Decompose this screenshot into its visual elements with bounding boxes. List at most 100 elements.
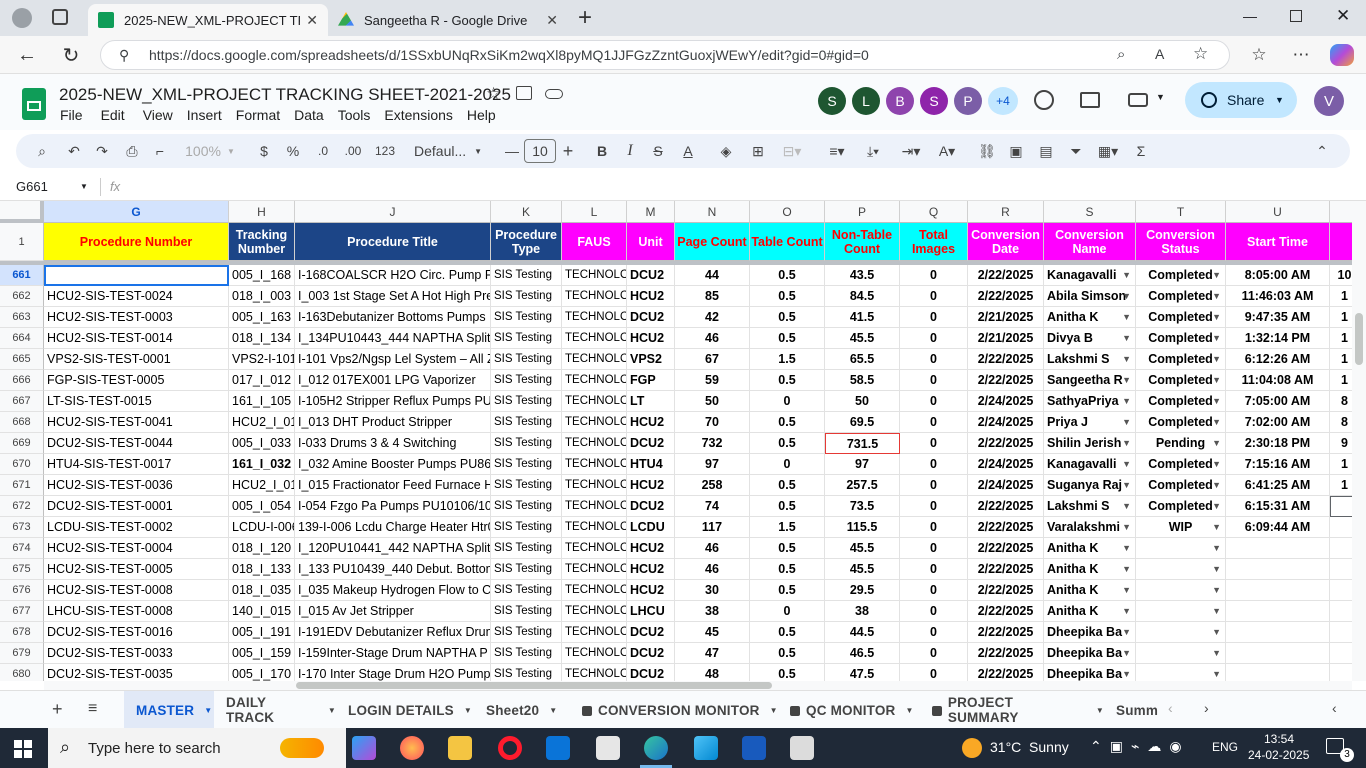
table-cell[interactable]: SIS Testing (491, 601, 562, 622)
table-cell[interactable]: Dheepika Ba ▼ (1044, 664, 1136, 681)
row-header[interactable]: 666 (0, 370, 44, 391)
table-cell[interactable]: 2/22/2025 (968, 517, 1044, 538)
dropdown-arrow-icon[interactable]: ▼ (1122, 580, 1131, 600)
table-cell[interactable]: 2/22/2025 (968, 580, 1044, 601)
table-cell[interactable]: 018_I_120 (229, 538, 295, 559)
table-cell[interactable]: Anitha K ▼ (1044, 559, 1136, 580)
insert-link-icon[interactable]: ⛓ (976, 134, 998, 168)
column-header-r[interactable]: R (968, 201, 1044, 223)
table-cell[interactable]: Kanagavalli ▼ (1044, 265, 1136, 286)
table-cell[interactable]: 1 (1330, 349, 1352, 370)
table-cell[interactable]: 73.5 (825, 496, 900, 517)
table-cell[interactable]: SIS Testing (491, 349, 562, 370)
table-cell[interactable]: Sangeetha R ▼ (1044, 370, 1136, 391)
clock-date[interactable]: 24-02-2025 (1248, 748, 1309, 762)
table-cell[interactable] (1330, 496, 1352, 517)
table-cell[interactable] (1226, 580, 1330, 601)
taskbar-search-input[interactable]: ⌕ Type here to search (48, 728, 346, 768)
table-cell[interactable]: SIS Testing (491, 265, 562, 286)
table-cell[interactable]: Anitha K ▼ (1044, 538, 1136, 559)
table-cell[interactable]: 45.5 (825, 538, 900, 559)
table-cell[interactable]: Abila Simson ▼ (1044, 286, 1136, 307)
table-cell[interactable]: 0 (900, 391, 968, 412)
table-cell[interactable]: 0 (900, 559, 968, 580)
sheet-tab[interactable]: CONVERSION MONITOR ▼ (570, 691, 778, 729)
collaborator-avatar[interactable]: P (954, 87, 982, 115)
close-window-icon[interactable]: ✕ (1336, 6, 1350, 26)
table-cell[interactable]: 8 (1330, 391, 1352, 412)
table-cell[interactable]: 7:02:00 AM (1226, 412, 1330, 433)
table-cell[interactable]: 731.5 (825, 433, 900, 454)
header-cell[interactable] (1330, 223, 1352, 261)
weather-text[interactable]: 31°C Sunny (990, 739, 1069, 755)
table-cell[interactable]: SIS Testing (491, 580, 562, 601)
functions-icon[interactable]: Σ (1132, 134, 1150, 168)
table-cell[interactable] (1226, 643, 1330, 664)
number-format-button[interactable]: 123 (372, 134, 398, 168)
scroll-tabs-left-icon[interactable]: ‹ (1168, 700, 1173, 716)
dropdown-arrow-icon[interactable]: ▼ (1212, 580, 1221, 600)
table-cell[interactable]: 41.5 (825, 307, 900, 328)
row-header[interactable]: 662 (0, 286, 44, 307)
table-cell[interactable]: 0 (900, 349, 968, 370)
table-cell[interactable]: Completed ▼ (1136, 349, 1226, 370)
dropdown-arrow-icon[interactable]: ▼ (1122, 601, 1131, 621)
table-cell[interactable]: DCU2-SIS-TEST-0033 (44, 643, 229, 664)
table-cell[interactable]: 018_I_134 (229, 328, 295, 349)
table-cell[interactable]: 6:41:25 AM (1226, 475, 1330, 496)
table-cell[interactable]: Anitha K ▼ (1044, 580, 1136, 601)
dropdown-arrow-icon[interactable]: ▼ (1212, 517, 1221, 537)
mail-icon[interactable] (546, 736, 570, 760)
column-header-q[interactable]: Q (900, 201, 968, 223)
more-icon[interactable]: ⋯ (1288, 42, 1314, 68)
table-cell[interactable]: I_120PU10441_442 NAPTHA Splitte (295, 538, 491, 559)
site-info-icon[interactable]: ⚲ (119, 47, 129, 64)
remote-desktop-icon[interactable] (790, 736, 814, 760)
table-cell[interactable]: Completed ▼ (1136, 475, 1226, 496)
dropdown-arrow-icon[interactable]: ▼ (1212, 433, 1221, 453)
tab-actions-icon[interactable] (52, 9, 68, 25)
table-cell[interactable]: LT-SIS-TEST-0015 (44, 391, 229, 412)
table-cell[interactable]: 017_I_012 (229, 370, 295, 391)
table-cell[interactable]: 45.5 (825, 328, 900, 349)
table-cell[interactable]: SIS Testing (491, 328, 562, 349)
header-cell[interactable]: FAUS (562, 223, 627, 261)
table-cell[interactable]: SathyaPriya ▼ (1044, 391, 1136, 412)
table-cell[interactable]: DCU2 (627, 433, 675, 454)
header-cell[interactable]: Non-Table Count (825, 223, 900, 261)
table-cell[interactable]: I_015 Av Jet Stripper (295, 601, 491, 622)
dropdown-arrow-icon[interactable]: ▼ (1212, 664, 1221, 681)
table-cell[interactable]: 018_I_003 (229, 286, 295, 307)
dropdown-arrow-icon[interactable]: ▼ (1212, 643, 1221, 663)
dropdown-arrow-icon[interactable]: ▼ (1212, 601, 1221, 621)
table-cell[interactable]: I-033 Drums 3 & 4 Switching (295, 433, 491, 454)
table-cell[interactable]: 0 (900, 265, 968, 286)
collaborator-avatar[interactable]: L (852, 87, 880, 115)
redo-icon[interactable]: ↷ (92, 134, 112, 168)
table-cell[interactable]: DCU2-SIS-TEST-0016 (44, 622, 229, 643)
dropdown-arrow-icon[interactable]: ▼ (1122, 412, 1131, 432)
table-cell[interactable]: VPS2 (627, 349, 675, 370)
url-input[interactable]: ⚲ https://docs.google.com/spreadsheets/d… (100, 40, 1230, 70)
table-cell[interactable]: Divya B ▼ (1044, 328, 1136, 349)
table-cell[interactable]: 0.5 (750, 622, 825, 643)
table-cell[interactable]: 46 (675, 538, 750, 559)
meet-dropdown-icon[interactable]: ▼ (1156, 92, 1165, 102)
table-cell[interactable]: 46.5 (825, 643, 900, 664)
table-cell[interactable]: 70 (675, 412, 750, 433)
table-cell[interactable]: 0 (750, 454, 825, 475)
row-header[interactable]: 671 (0, 475, 44, 496)
dropdown-arrow-icon[interactable]: ▼ (1122, 496, 1131, 516)
font-select[interactable]: Defaul... ▼ (414, 134, 486, 168)
dropdown-arrow-icon[interactable]: ▼ (1212, 559, 1221, 579)
table-cell[interactable]: I-105H2 Stripper Reflux Pumps PUS (295, 391, 491, 412)
table-cell[interactable]: TECHNOLOGY (562, 664, 627, 681)
table-cell[interactable]: 161_I_032 (229, 454, 295, 475)
table-cell[interactable]: 46 (675, 559, 750, 580)
column-header-u[interactable]: U (1226, 201, 1330, 223)
table-cell[interactable]: 139-I-006 Lcdu Charge Heater Htr0 (295, 517, 491, 538)
table-cell[interactable]: 65.5 (825, 349, 900, 370)
row-header[interactable]: 676 (0, 580, 44, 601)
column-header-p[interactable]: P (825, 201, 900, 223)
table-cell[interactable]: 115.5 (825, 517, 900, 538)
